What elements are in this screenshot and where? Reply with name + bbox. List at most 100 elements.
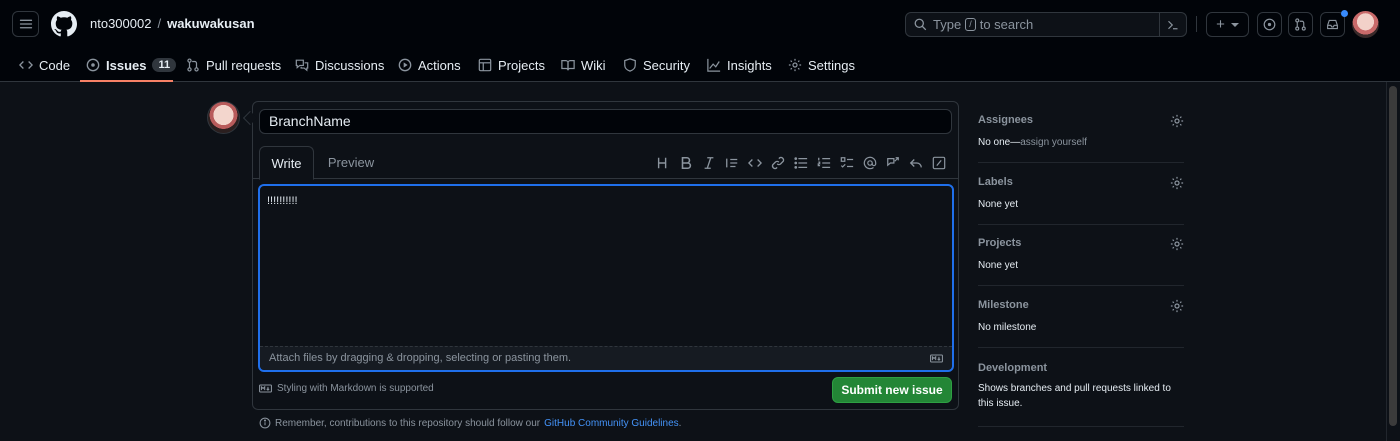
owner-link[interactable]: nto300002 [90,16,151,31]
tab-preview[interactable]: Preview [322,146,380,179]
inbox-icon [1327,19,1338,30]
menu-icon [19,19,32,29]
search-input[interactable]: Type / to search [905,12,1187,37]
tab-issues[interactable]: Issues 11 [86,55,177,75]
selected-tab-underline [80,80,173,82]
assign-yourself-link[interactable]: assign yourself [1020,137,1087,148]
comment-discussion-icon [295,59,309,72]
search-placeholder: Type / to search [933,17,1033,32]
italic-icon [704,157,713,169]
tasklist-icon [840,157,853,168]
tab-label: Issues [106,57,147,73]
issues-button[interactable] [1257,12,1282,37]
issue-opened-icon [1263,18,1276,31]
hamburger-menu-button[interactable] [12,11,39,37]
graph-icon [707,58,721,72]
code-button[interactable] [743,155,766,171]
gear-icon[interactable] [1170,176,1184,190]
task-list-button[interactable] [835,155,858,171]
plus-icon: + [1216,16,1225,33]
tab-settings[interactable]: Settings [788,55,855,75]
terminal-icon [1168,20,1178,29]
code-icon [19,61,33,69]
notice-tail: . [678,417,682,429]
labels-value: None yet [978,199,1019,210]
play-icon [398,58,412,72]
tab-label: Projects [498,57,545,73]
reference-button[interactable] [881,155,904,171]
development-heading: Development [978,362,1048,374]
italic-button[interactable] [697,155,720,171]
issue-body-textarea[interactable]: !!!!!!!!!! [260,186,952,346]
heading-button[interactable] [651,155,674,171]
gear-icon[interactable] [1170,299,1184,313]
cross-reference-icon [886,157,899,167]
tab-actions[interactable]: Actions [398,55,461,75]
ordered-list-button[interactable] [812,155,835,171]
projects-heading[interactable]: Projects [978,237,1184,249]
repo-nav: Code Issues 11 Pull requests Discussions… [0,48,1400,82]
link-icon [771,156,784,170]
breadcrumb: nto300002 / wakuwakusan [90,16,255,31]
tab-discussions[interactable]: Discussions [295,55,384,75]
submit-new-issue-button[interactable]: Submit new issue [832,377,952,403]
assignees-none: No one— [978,137,1021,148]
github-logo-icon[interactable] [51,11,77,37]
tab-insights[interactable]: Insights [707,55,772,75]
user-avatar[interactable] [1352,11,1379,38]
issue-opened-icon [86,58,100,72]
projects-value: None yet [978,260,1019,271]
create-new-button[interactable]: + [1206,12,1249,37]
tab-code[interactable]: Code [19,55,70,75]
quote-icon [725,158,737,168]
community-guidelines-link[interactable]: GitHub Community Guidelines [544,418,679,429]
search-icon [914,18,927,31]
labels-heading[interactable]: Labels [978,176,1184,188]
slash-commands-button[interactable] [927,155,950,171]
sidebar-labels: Labels None yet [978,176,1184,225]
git-pull-request-icon [187,58,199,72]
assignees-heading[interactable]: Assignees [978,114,1184,126]
tab-label: Wiki [581,57,606,73]
tab-label: Pull requests [206,57,282,73]
development-value: Shows branches and pull requests linked … [978,383,1171,409]
attach-files-bar[interactable]: Attach files by dragging & dropping, sel… [260,346,952,370]
sidebar-projects: Projects None yet [978,237,1184,286]
quote-button[interactable] [720,155,743,171]
tab-write[interactable]: Write [259,146,314,180]
markdown-support-note[interactable]: Styling with Markdown is supported [259,383,434,394]
link-button[interactable] [766,155,789,171]
shield-icon [624,58,636,72]
issue-title-input[interactable]: BranchName [259,109,952,134]
attach-files-text: Attach files by dragging & dropping, sel… [269,352,572,364]
bold-button[interactable] [674,155,697,171]
pull-requests-button[interactable] [1288,12,1313,37]
header-row: nto300002 / wakuwakusan Type / to search… [0,0,1400,48]
assignees-value: No one—assign yourself [978,135,1184,150]
tab-pull-requests[interactable]: Pull requests [186,55,281,75]
command-palette-button[interactable] [1159,12,1186,37]
unordered-list-button[interactable] [789,155,812,171]
code-icon [747,159,762,167]
tab-security[interactable]: Security [623,55,690,75]
saved-replies-button[interactable] [904,155,927,171]
info-icon [259,417,271,429]
table-icon [478,58,492,72]
sidebar-milestone: Milestone No milestone [978,299,1184,348]
header-divider [1196,16,1197,32]
tab-projects[interactable]: Projects [478,55,545,75]
triangle-down-icon [1230,22,1239,27]
milestone-heading[interactable]: Milestone [978,299,1184,311]
mention-button[interactable] [858,155,881,171]
gear-icon[interactable] [1170,114,1184,128]
markdown-icon [259,384,272,393]
scrollbar-thumb[interactable] [1389,86,1397,426]
list-unordered-icon [793,157,807,169]
tab-wiki[interactable]: Wiki [561,55,606,75]
repo-link[interactable]: wakuwakusan [167,16,254,31]
notice-text: Remember, contributions to this reposito… [275,417,541,429]
tab-label: Security [643,57,690,73]
gear-icon[interactable] [1170,237,1184,251]
tab-label: Insights [727,57,772,73]
search-shortcut-key: / [965,18,976,31]
